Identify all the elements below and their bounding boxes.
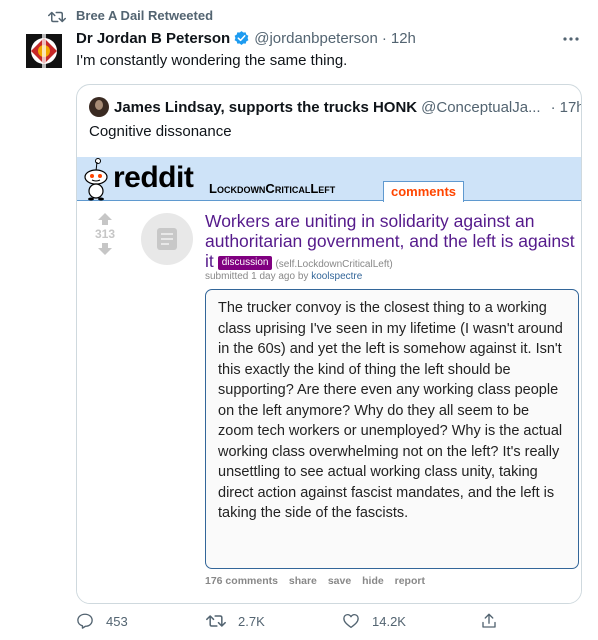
quote-author-handle: @ConceptualJa... [421,98,541,116]
post-title: Workers are uniting in solidarity agains… [205,211,575,275]
post-score: 313 [94,227,116,241]
retweet-context: Bree A Dail Retweeted [48,8,213,23]
post-author: koolspectre [311,271,363,282]
avatar[interactable] [20,30,68,72]
retweet-icon [48,11,66,23]
comments-count: 176 comments [205,575,278,587]
reply-count: 453 [106,613,128,629]
upvote-arrow-icon [98,213,112,225]
retweet-label[interactable]: Bree A Dail Retweeted [76,8,213,23]
more-options-icon[interactable] [562,34,580,44]
like-count: 14.2K [372,613,406,629]
separator: · [381,30,387,47]
author-name[interactable]: Dr Jordan B Peterson [76,30,230,47]
quote-author-name: James Lindsay, supports the trucks HONK [114,98,418,116]
reddit-logo-text: reddit [113,161,194,194]
self-post-thumbnail [141,213,193,265]
tab-comments: comments [383,181,465,202]
quote-header: James Lindsay, supports the trucks HONK … [89,97,581,117]
hide-link: hide [362,575,384,587]
retweet-button[interactable]: 2.7K [206,612,265,630]
tweet-time[interactable]: 12h [391,30,416,47]
tweet-text: I'm constantly wondering the same thing. [76,52,348,69]
post-actions: 176 comments share save hide report [205,575,433,587]
quoted-tweet[interactable]: James Lindsay, supports the trucks HONK … [76,84,582,604]
verified-badge-icon [234,31,249,45]
post-body: The trucker convoy is the closest thing … [205,289,579,569]
text-post-icon [157,228,177,250]
author-handle[interactable]: @jordanbpeterson [254,30,378,47]
report-link: report [394,575,425,587]
quote-time: 17h [559,98,581,116]
save-link: save [327,575,352,587]
post-flair: discussion [217,256,273,270]
post-submitted-info: submitted 1 day ago by koolspectre [205,271,362,282]
downvote-arrow-icon [98,243,112,255]
snoo-logo-icon [84,158,108,201]
like-button[interactable]: 14.2K [342,612,406,630]
post-domain: (self.LockdownCriticalLeft) [275,259,393,270]
share-link: share [288,575,317,587]
subreddit-name: LockdownCriticalLeft [209,181,336,196]
quote-text: Cognitive dissonance [89,123,232,140]
reply-button[interactable]: 453 [76,612,128,630]
vote-widget: 313 [89,213,121,255]
submitted-prefix: submitted 1 day ago by [205,271,309,282]
quote-avatar [89,97,109,117]
reddit-header-bar: reddit LockdownCriticalLeft comments [77,157,581,202]
retweet-action-icon [206,615,226,627]
reddit-screenshot-image: reddit LockdownCriticalLeft comments 313… [77,157,581,603]
retweet-count: 2.7K [238,613,265,629]
reply-icon [77,613,93,629]
heart-icon [343,613,359,629]
quote-separator: · [550,98,556,116]
share-button[interactable] [480,612,510,630]
tweet-header: Dr Jordan B Peterson @jordanbpeterson · … [76,30,416,47]
tweet-action-bar: 453 2.7K 14.2K [76,612,582,632]
share-icon [482,613,496,628]
